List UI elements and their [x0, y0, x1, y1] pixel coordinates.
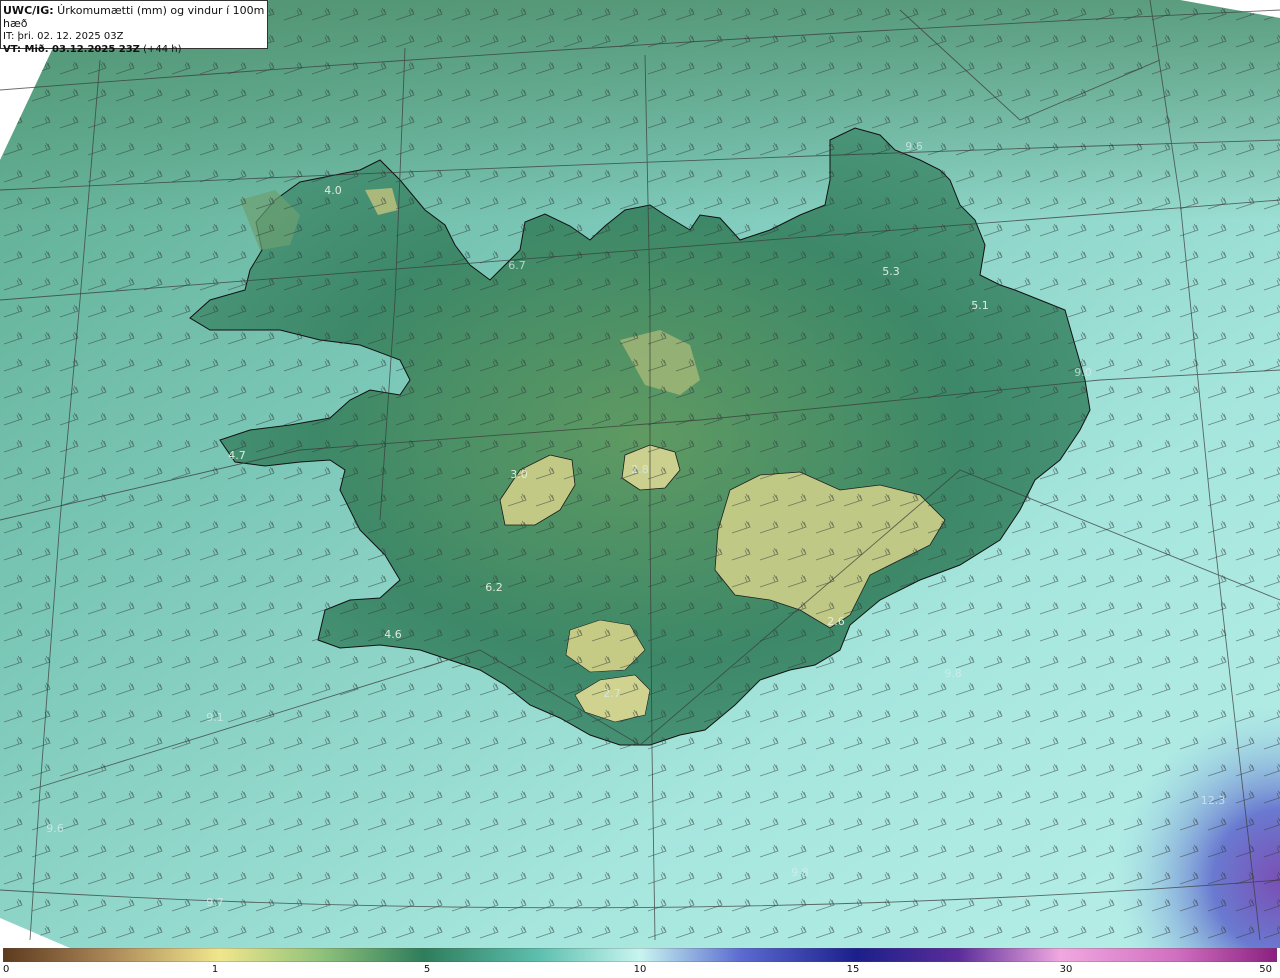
colorbar-tick-label: 10 [633, 964, 647, 975]
precip-value-label: 9.1 [206, 711, 224, 724]
precip-value-label: 12.3 [1201, 794, 1226, 807]
precip-value-label: 9.6 [905, 140, 923, 153]
initial-time: IT: þri. 02. 12. 2025 03Z [3, 31, 124, 42]
precip-value-label: 6.7 [508, 259, 526, 272]
map-title-box: UWC/IG: Úrkomumætti (mm) og vindur í 100… [0, 0, 268, 55]
title-line-1: UWC/IG: Úrkomumætti (mm) og vindur í 100… [3, 4, 267, 30]
colorbar-tick-label: 50 [1259, 964, 1272, 975]
valid-time-line: VT: Mið. 03.12.2025 23Z (+44 h) [3, 43, 267, 56]
colorbar-tick-label: 1 [211, 964, 219, 975]
precip-value-label: 4.7 [228, 449, 246, 462]
colorbar-tick-label: 15 [846, 964, 860, 975]
precip-value-label: 4.0 [324, 184, 342, 197]
valid-time: VT: Mið. 03.12.2025 23Z [3, 44, 140, 55]
colorbar-tick-label: 5 [423, 964, 431, 975]
map-canvas: 4.0 9.6 6.7 5.3 5.1 9.0 4.7 3.0 2.8 6.2 4.6 2.6 9.8 2… [0, 0, 1280, 948]
precip-value-label: 2.7 [603, 687, 621, 700]
precip-value-label: 9.7 [206, 896, 224, 909]
precip-value-label: 3.0 [510, 468, 528, 481]
precip-value-label: 9.6 [46, 822, 64, 835]
precip-value-label: 6.2 [485, 581, 503, 594]
colorbar-strip [3, 948, 1277, 962]
precip-value-label: 9.0 [1074, 366, 1092, 379]
forecast-hour: (+44 h) [139, 44, 182, 55]
precip-value-label: 2.8 [631, 463, 649, 476]
colorbar-tick-label: 30 [1059, 964, 1073, 975]
model-name: UWC/IG: [3, 4, 54, 17]
precip-value-label: 9.8 [944, 667, 962, 680]
forecast-map: 4.0 9.6 6.7 5.3 5.1 9.0 4.7 3.0 2.8 6.2 4.6 2.6 9.8 2… [0, 0, 1280, 948]
colorbar-tick-label: 0 [3, 964, 10, 975]
precip-value-label: 9.8 [791, 866, 809, 879]
precip-value-label: 2.6 [827, 615, 845, 628]
precip-value-label: 5.3 [882, 265, 900, 278]
precip-value-label: 4.6 [384, 628, 402, 641]
precip-value-label: 5.1 [971, 299, 989, 312]
colorbar: 0 1 5 10 15 30 50 [0, 948, 1280, 978]
